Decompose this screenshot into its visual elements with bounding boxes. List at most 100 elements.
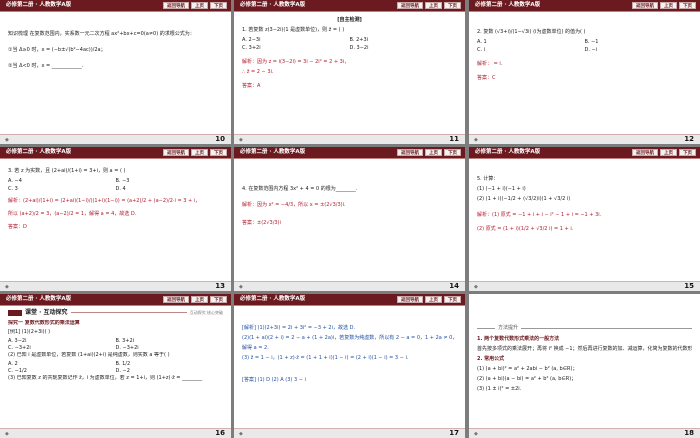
formula-text: (2) (a + bi)(a − bi) = a² + b² (a, b∈R)； <box>477 376 577 382</box>
solution-text: 解析： = i. <box>477 61 503 67</box>
return-nav-button[interactable]: 返回导航 <box>397 296 423 303</box>
option-a: A. 2−3i <box>242 37 261 43</box>
option-d: D. −i <box>584 47 598 53</box>
option-b: B. 1/2 <box>115 361 131 367</box>
slide-footer: ◆ 15 <box>469 281 700 291</box>
option-a: A. 2 <box>8 361 18 367</box>
prev-page-button[interactable]: 上页 <box>660 2 677 9</box>
slide-thumbnail[interactable]: 必修第二册 · 人教数学A版 返回导航 上页 下页 课堂 · 互动探究 互动探究… <box>0 294 231 438</box>
slide-thumbnail[interactable]: 必修第二册 · 人教数学A版 返回导航 上页 下页 知识梳理 在复数范围内，实系… <box>0 0 231 144</box>
formula-text: (1) (a + bi)² = a² + 2abi − b² (a, b∈R)； <box>477 366 578 372</box>
formula-text: (3) (1 ± i)² = ±2i. <box>477 386 522 392</box>
slide-footer: ◆ 17 <box>234 428 465 438</box>
slide-icon: ◆ <box>5 284 9 290</box>
slide-icon: ◆ <box>239 284 243 290</box>
section-banner: 课堂 · 互动探究 互动探究 核心突破 <box>8 308 223 317</box>
method-title: 方法提升 <box>498 325 519 331</box>
option-c: C. i <box>477 47 486 53</box>
slide-icon: ◆ <box>5 137 9 143</box>
slide-thumbnail[interactable]: 必修第二册 · 人教数学A版 返回导航 上页 下页 2. 复数 (√3+i)/(… <box>469 0 700 144</box>
option-b: B. 3+2i <box>115 338 135 344</box>
slide-header: 必修第二册 · 人教数学A版 返回导航 上页 下页 <box>234 147 465 158</box>
solution-text: (2)(1 + ai)(2 + i) = 2 − a + (1 + 2a)i，若… <box>242 335 457 341</box>
page-number: 14 <box>449 282 459 290</box>
solution-text: 解析：(1) 原式 = −1 + i + i − i² − 1 + i = −1… <box>477 212 602 218</box>
solution-text: (3) z̄ = 1 − i，(1 + z)·z̄ = (1 + 1 + i)(… <box>242 355 409 361</box>
option-d: D. −3+2i <box>115 345 139 351</box>
question-part: (2) (1 + i)(−1/2 + (√3/2)i)(1 + √3/2 i) <box>477 196 571 202</box>
question-part: (1) (−1 + i)(−1 + i) <box>477 186 526 192</box>
solution-text: 解析：因为 x² = −4/3，所以 x = ±(2√3/3)i. <box>242 202 346 208</box>
example-question: (3) 已知复数 z 的共轭复数记作 z̄，i 为虚数单位，若 z = 1+i，… <box>8 375 203 381</box>
slide-header: 必修第二册 · 人教数学A版 返回导航 上页 下页 <box>0 147 231 158</box>
option-a: A. 1 <box>477 39 487 45</box>
page-number: 11 <box>449 135 459 143</box>
solution-text: ∴ z̄ = 2 − 3i. <box>242 69 274 75</box>
slide-footer: ◆ 10 <box>0 134 231 144</box>
example-question: [例1] (1)(2+3i)( ) <box>8 329 51 335</box>
banner-title: 课堂 · 互动探究 <box>25 309 68 316</box>
solution-text: [解析] (1)(2+3i) = 2i + 3i² = −3 + 2i，故选 D… <box>242 325 356 331</box>
prev-page-button[interactable]: 上页 <box>191 296 208 303</box>
slide-icon: ◆ <box>5 431 9 437</box>
slide-thumbnail[interactable]: 方法提升 1. 两个复数代数形式乘法的一般方法 首先按多项式的乘法展开；再将 i… <box>469 294 700 438</box>
return-nav-button[interactable]: 返回导航 <box>397 149 423 156</box>
option-c: C. 3+2i <box>242 45 261 51</box>
next-page-button[interactable]: 下页 <box>210 296 227 303</box>
slide-icon: ◆ <box>474 137 478 143</box>
slide-thumbnail[interactable]: 必修第二册 · 人教数学A版 返回导航 上页 下页 4. 在复数范围内方程 3x… <box>234 147 465 291</box>
page-number: 10 <box>215 135 225 143</box>
answer-text: 答案：C <box>477 75 496 81</box>
slide-thumbnail[interactable]: 必修第二册 · 人教数学A版 返回导航 上页 下页 [解析] (1)(2+3i)… <box>234 294 465 438</box>
slide-thumbnail[interactable]: 必修第二册 · 人教数学A版 返回导航 上页 下页 3. 若 z 为实数，且 (… <box>0 147 231 291</box>
solution-text: 所以 (a+2)/2 = 3，(a−2)/2 = 1，解得 a = 4，故选 D… <box>8 211 137 217</box>
header-title: 必修第二册 · 人教数学A版 <box>475 149 541 155</box>
return-nav-button[interactable]: 返回导航 <box>163 149 189 156</box>
header-title: 必修第二册 · 人教数学A版 <box>240 149 306 155</box>
page-number: 15 <box>684 282 694 290</box>
option-b: B. −3 <box>115 178 130 184</box>
slide-icon: ◆ <box>474 431 478 437</box>
return-nav-button[interactable]: 返回导航 <box>163 2 189 9</box>
answer-text: 答案：±(2√3/3)i <box>242 220 281 226</box>
prev-page-button[interactable]: 上页 <box>191 2 208 9</box>
page-number: 12 <box>684 135 694 143</box>
return-nav-button[interactable]: 返回导航 <box>632 149 658 156</box>
question-text: 5. 计算： <box>477 176 499 182</box>
question-text: 4. 在复数范围内方程 3x² + 4 = 0 的根为________. <box>242 186 358 192</box>
next-page-button[interactable]: 下页 <box>210 149 227 156</box>
page-number: 13 <box>215 282 225 290</box>
slide-thumbnail[interactable]: 必修第二册 · 人教数学A版 返回导航 上页 下页 5. 计算： (1) (−1… <box>469 147 700 291</box>
next-page-button[interactable]: 下页 <box>679 149 696 156</box>
return-nav-button[interactable]: 返回导航 <box>632 2 658 9</box>
prev-page-button[interactable]: 上页 <box>425 2 442 9</box>
next-page-button[interactable]: 下页 <box>679 2 696 9</box>
prev-page-button[interactable]: 上页 <box>425 149 442 156</box>
prev-page-button[interactable]: 上页 <box>660 149 677 156</box>
slide-icon: ◆ <box>474 284 478 290</box>
return-nav-button[interactable]: 返回导航 <box>163 296 189 303</box>
knowledge-text: 知识梳理 在复数范围内，实系数一元二次方程 ax²+bx+c=0(a≠0) 的求… <box>8 31 195 37</box>
next-page-button[interactable]: 下页 <box>444 2 461 9</box>
option-c: C. 3 <box>8 186 18 192</box>
slide-thumbnail[interactable]: 必修第二册 · 人教数学A版 返回导航 上页 下页 [自主检测] 1. 若复数 … <box>234 0 465 144</box>
next-page-button[interactable]: 下页 <box>444 296 461 303</box>
next-page-button[interactable]: 下页 <box>444 149 461 156</box>
answer-text: 答案：D <box>8 224 27 230</box>
page-number: 16 <box>215 429 225 437</box>
option-a: A. 3−2i <box>8 338 27 344</box>
slide-header: 必修第二册 · 人教数学A版 返回导航 上页 下页 <box>469 147 700 158</box>
slide-grid: 必修第二册 · 人教数学A版 返回导航 上页 下页 知识梳理 在复数范围内，实系… <box>0 0 700 438</box>
question-text: 3. 若 z 为实数，且 (2+ai)/(1+i) = 3+i，则 a = ( … <box>8 168 126 174</box>
next-page-button[interactable]: 下页 <box>210 2 227 9</box>
prev-page-button[interactable]: 上页 <box>425 296 442 303</box>
question-text: 2. 复数 (√3+i)/(1−√3i) (i为虚数单位) 的值为( ) <box>477 29 586 35</box>
topic-title: 探究一 复数代数形式的乘法运算 <box>8 320 80 326</box>
prev-page-button[interactable]: 上页 <box>191 149 208 156</box>
option-d: D. 3−2i <box>349 45 369 51</box>
header-title: 必修第二册 · 人教数学A版 <box>6 2 72 8</box>
example-question: (2) 已知 i 是虚数单位，若复数 (1+ai)(2+i) 是纯虚数，则实数 … <box>8 352 170 358</box>
slide-footer: ◆ 12 <box>469 134 700 144</box>
return-nav-button[interactable]: 返回导航 <box>397 2 423 9</box>
slide-header: 必修第二册 · 人教数学A版 返回导航 上页 下页 <box>234 0 465 11</box>
